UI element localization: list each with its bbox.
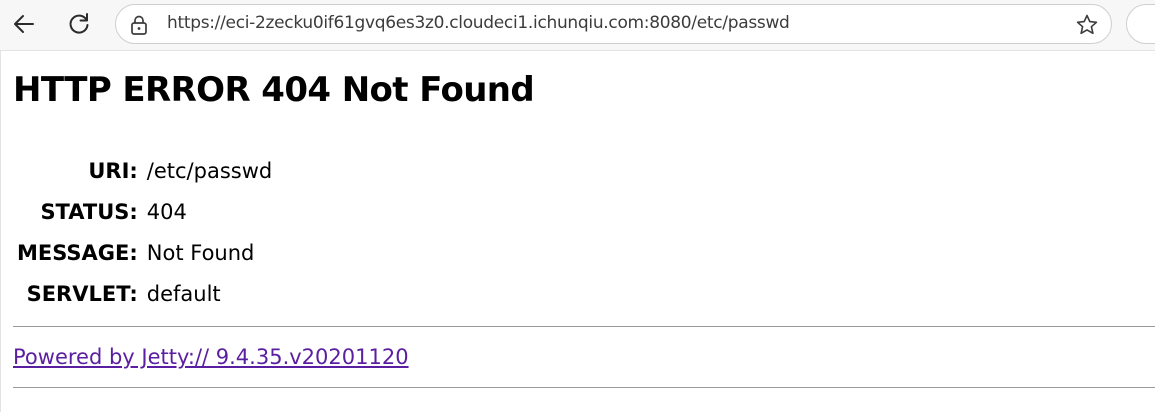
divider <box>13 387 1155 388</box>
content-frame-top <box>0 50 1155 51</box>
address-bar[interactable]: https://eci-2zecku0if61gvq6es3z0.cloudec… <box>115 4 1112 44</box>
table-row: STATUS: 404 <box>17 191 272 232</box>
error-details-table: URI: /etc/passwd STATUS: 404 MESSAGE: No… <box>15 150 274 314</box>
message-label: MESSAGE: <box>17 240 138 265</box>
uri-value: /etc/passwd <box>146 158 273 183</box>
reload-button[interactable] <box>61 6 97 42</box>
table-row: URI: /etc/passwd <box>17 150 272 191</box>
page-title: HTTP ERROR 404 Not Found <box>13 70 535 110</box>
profile-button[interactable] <box>1126 4 1155 44</box>
content-frame-left <box>0 50 1 412</box>
back-arrow-icon <box>11 11 37 37</box>
reload-icon <box>66 11 92 37</box>
message-value: Not Found <box>146 240 255 265</box>
lock-icon[interactable] <box>130 15 148 39</box>
servlet-label: SERVLET: <box>26 281 138 306</box>
star-icon[interactable] <box>1075 13 1099 41</box>
status-value: 404 <box>146 199 187 224</box>
servlet-value: default <box>146 281 221 306</box>
table-row: MESSAGE: Not Found <box>17 232 272 273</box>
divider <box>13 326 1155 327</box>
status-label: STATUS: <box>40 199 138 224</box>
table-row: SERVLET: default <box>17 273 272 314</box>
jetty-powered-by-link[interactable]: Powered by Jetty:// 9.4.35.v20201120 <box>13 345 409 369</box>
uri-label: URI: <box>88 158 138 183</box>
back-button[interactable] <box>6 6 42 42</box>
url-text[interactable]: https://eci-2zecku0if61gvq6es3z0.cloudec… <box>167 13 790 33</box>
browser-toolbar: https://eci-2zecku0if61gvq6es3z0.cloudec… <box>0 0 1155 50</box>
